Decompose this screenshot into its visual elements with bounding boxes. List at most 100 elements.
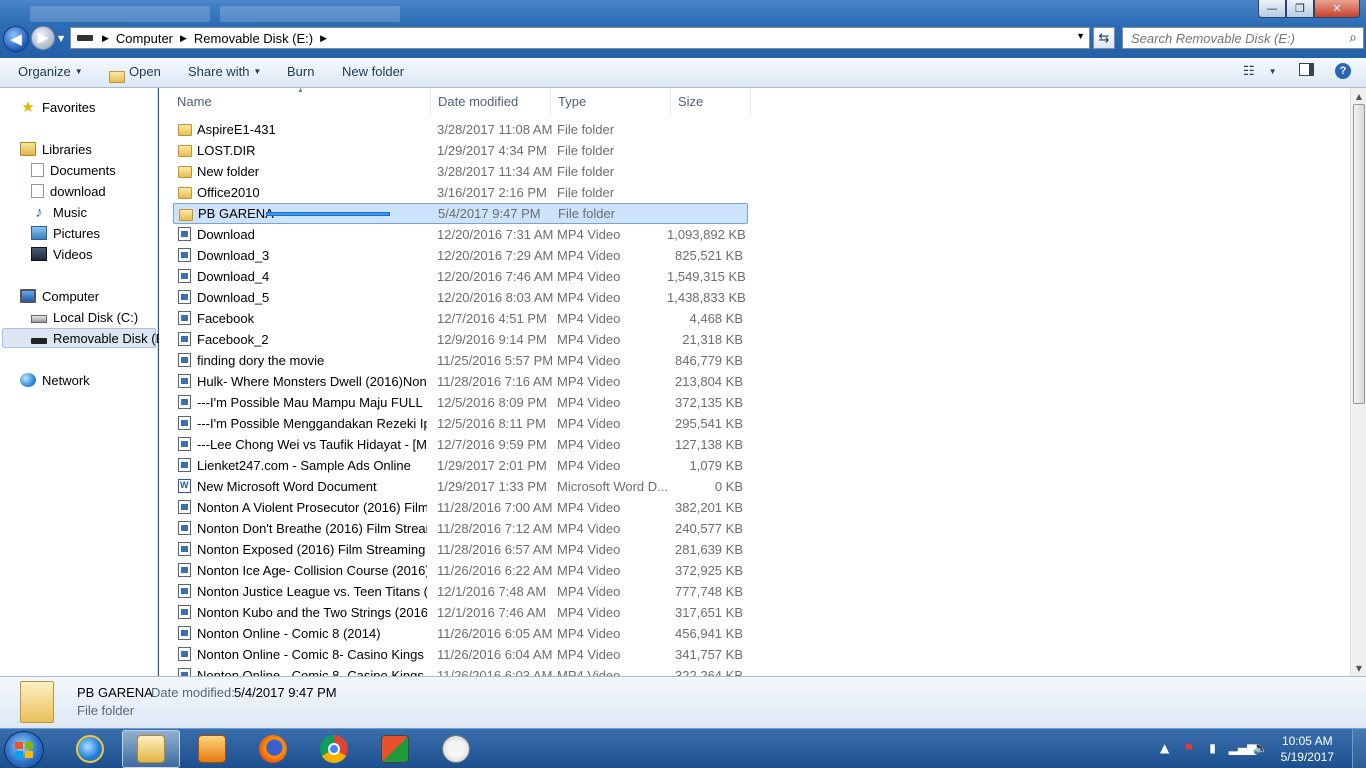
nav-videos[interactable]: Videos — [31, 244, 93, 264]
search-icon[interactable]: ⌕ — [1349, 29, 1357, 46]
taskbar-chrome[interactable] — [305, 730, 363, 768]
burn-button[interactable]: Burn — [287, 64, 314, 79]
show-hidden-icons-icon[interactable]: ▲ — [1157, 741, 1173, 757]
breadcrumb-separator-icon[interactable]: ▶ — [317, 33, 330, 44]
action-center-icon[interactable]: ⚑ — [1181, 741, 1197, 757]
file-row[interactable]: Nonton A Violent Prosecutor (2016) Film … — [173, 497, 748, 518]
preview-pane-button[interactable] — [1299, 63, 1314, 76]
file-row[interactable]: LOST.DIR 1/29/2017 4:34 PM File folder — [173, 140, 748, 161]
file-row[interactable]: Hulk- Where Monsters Dwell (2016)Nont...… — [173, 371, 748, 392]
file-row[interactable]: ---I'm Possible Menggandakan Rezeki Ip..… — [173, 413, 748, 434]
nav-music[interactable]: ♪ Music — [31, 202, 87, 222]
organize-button[interactable]: Organize ▼ — [18, 64, 83, 79]
taskbar-office[interactable] — [366, 730, 424, 768]
file-row[interactable]: Download_4 12/20/2016 7:46 AM MP4 Video 1,5… — [173, 266, 748, 287]
nav-favorites[interactable]: ★ Favorites — [20, 97, 95, 117]
new-folder-button[interactable]: New folder — [342, 64, 404, 79]
network-signal-icon[interactable]: ▂▄▆ — [1229, 741, 1257, 757]
safely-remove-hardware-icon[interactable]: ▮ — [1205, 741, 1221, 757]
video-file-icon — [178, 458, 191, 472]
search-box[interactable]: ⌕ — [1122, 27, 1364, 49]
file-row[interactable]: Nonton Don't Breathe (2016) Film Stream.… — [173, 518, 748, 539]
nav-local-disk[interactable]: Local Disk (C:) — [31, 307, 138, 327]
file-name: New folder — [197, 164, 260, 179]
recent-pages-dropdown[interactable]: ▼ — [58, 34, 64, 43]
share-with-button[interactable]: Share with ▼ — [188, 64, 261, 79]
file-date: 12/7/2016 4:51 PM — [437, 311, 547, 326]
refresh-button[interactable]: ⇆ — [1093, 27, 1115, 49]
file-row[interactable]: Download_3 12/20/2016 7:29 AM MP4 Video 825… — [173, 245, 748, 266]
nav-music-label: Music — [53, 204, 87, 220]
view-options-button[interactable]: ☷ ▼ — [1243, 63, 1277, 79]
scroll-up-icon[interactable]: ▲ — [1351, 88, 1366, 104]
file-row[interactable]: AspireE1-431 3/28/2017 11:08 AM File folde… — [173, 119, 748, 140]
show-desktop-button[interactable] — [1352, 729, 1366, 768]
taskbar-windows-explorer[interactable] — [122, 730, 180, 768]
open-button[interactable]: Open — [109, 64, 161, 83]
pictures-icon — [31, 226, 47, 240]
forward-button[interactable]: ▶ — [31, 26, 55, 50]
file-row[interactable]: New folder 3/28/2017 11:34 AM File folder — [173, 161, 748, 182]
file-size: 281,639 KB — [675, 542, 743, 557]
file-row[interactable]: Nonton Kubo and the Two Strings (2016)..… — [173, 602, 748, 623]
column-header-name[interactable]: ▲ Name — [159, 88, 431, 114]
file-row[interactable]: finding dory the movie 11/25/2016 5:57 PM… — [173, 350, 748, 371]
office-icon — [381, 735, 409, 763]
file-row[interactable]: Nonton Exposed (2016) Film Streaming D..… — [173, 539, 748, 560]
file-row[interactable]: PB GARENA 5/4/2017 9:47 PM File folder — [173, 203, 748, 224]
close-button[interactable]: ✕ — [1314, 0, 1360, 18]
file-row[interactable]: Download 12/20/2016 7:31 AM MP4 Video 1,093… — [173, 224, 748, 245]
taskbar-paint[interactable] — [427, 730, 485, 768]
file-row[interactable]: New Microsoft Word Document 1/29/2017 1:3… — [173, 476, 748, 497]
back-button[interactable]: ◀ — [3, 26, 29, 52]
file-row[interactable]: Nonton Ice Age- Collision Course (2016) … — [173, 560, 748, 581]
nav-download[interactable]: download — [31, 181, 106, 201]
column-header-type[interactable]: Type — [551, 88, 671, 114]
nav-network[interactable]: Network — [20, 370, 90, 390]
taskbar-media-player[interactable] — [183, 730, 241, 768]
file-row[interactable]: Facebook_2 12/9/2016 9:14 PM MP4 Video 21,3… — [173, 329, 748, 350]
clock[interactable]: 10:05 AM 5/19/2017 — [1281, 733, 1334, 765]
taskbar-firefox[interactable] — [244, 730, 302, 768]
file-row[interactable]: ---Lee Chong Wei vs Taufik Hidayat - [M.… — [173, 434, 748, 455]
address-dropdown-icon[interactable]: ▼ — [1076, 31, 1085, 41]
nav-documents[interactable]: Documents — [31, 160, 116, 180]
breadcrumb-separator-icon[interactable]: ▶ — [177, 33, 190, 44]
file-row[interactable]: Nonton Justice League vs. Teen Titans (2… — [173, 581, 748, 602]
start-button[interactable] — [4, 731, 44, 768]
scroll-down-icon[interactable]: ▼ — [1351, 660, 1366, 676]
file-row[interactable]: Office2010 3/16/2017 2:16 PM File folder — [173, 182, 748, 203]
nav-libraries[interactable]: Libraries — [20, 139, 92, 159]
column-header-date[interactable]: Date modified — [431, 88, 551, 114]
file-date: 12/20/2016 7:31 AM — [437, 227, 554, 242]
nav-removable-disk[interactable]: Removable Disk (E:) — [2, 328, 172, 348]
breadcrumb-separator-icon[interactable]: ▶ — [99, 33, 112, 44]
maximize-button[interactable]: ❐ — [1286, 0, 1314, 18]
video-file-icon — [178, 521, 191, 535]
file-row[interactable]: Nonton Online - Comic 8- Casino Kings ..… — [173, 644, 748, 665]
minimize-button[interactable]: — — [1258, 0, 1286, 18]
file-row[interactable]: Download_5 12/20/2016 8:03 AM MP4 Video 1,4… — [173, 287, 748, 308]
column-type-label: Type — [558, 93, 587, 109]
file-row[interactable]: Nonton Online - Comic 8- Casino Kings ..… — [173, 665, 748, 676]
search-input[interactable] — [1123, 28, 1333, 48]
address-bar[interactable]: ▶ Computer ▶ Removable Disk (E:) ▶ ▼ — [70, 27, 1090, 49]
nav-pictures[interactable]: Pictures — [31, 223, 100, 243]
breadcrumb-computer[interactable]: Computer — [112, 31, 177, 46]
word-document-icon — [178, 479, 191, 493]
volume-icon[interactable]: 🔈 — [1253, 741, 1269, 757]
nav-computer[interactable]: Computer — [20, 286, 99, 306]
file-type: MP4 Video — [557, 227, 621, 242]
help-button[interactable]: ? — [1335, 63, 1351, 79]
taskbar-internet-explorer[interactable] — [61, 730, 119, 768]
scrollbar-thumb[interactable] — [1353, 104, 1365, 404]
file-row[interactable]: Facebook 12/7/2016 4:51 PM MP4 Video 4,468 … — [173, 308, 748, 329]
breadcrumb-removable-disk[interactable]: Removable Disk (E:) — [190, 31, 317, 46]
file-size: 240,577 KB — [675, 521, 743, 536]
vertical-scrollbar[interactable]: ▲ ▼ — [1350, 88, 1366, 676]
column-header-size[interactable]: Size — [671, 88, 751, 114]
file-row[interactable]: Nonton Online - Comic 8 (2014) 11/26/2016… — [173, 623, 748, 644]
file-row[interactable]: ---I'm Possible Mau Mampu Maju FULL ... 1… — [173, 392, 748, 413]
nav-download-label: download — [50, 183, 106, 199]
file-row[interactable]: Lienket247.com - Sample Ads Online 1/29/2… — [173, 455, 748, 476]
